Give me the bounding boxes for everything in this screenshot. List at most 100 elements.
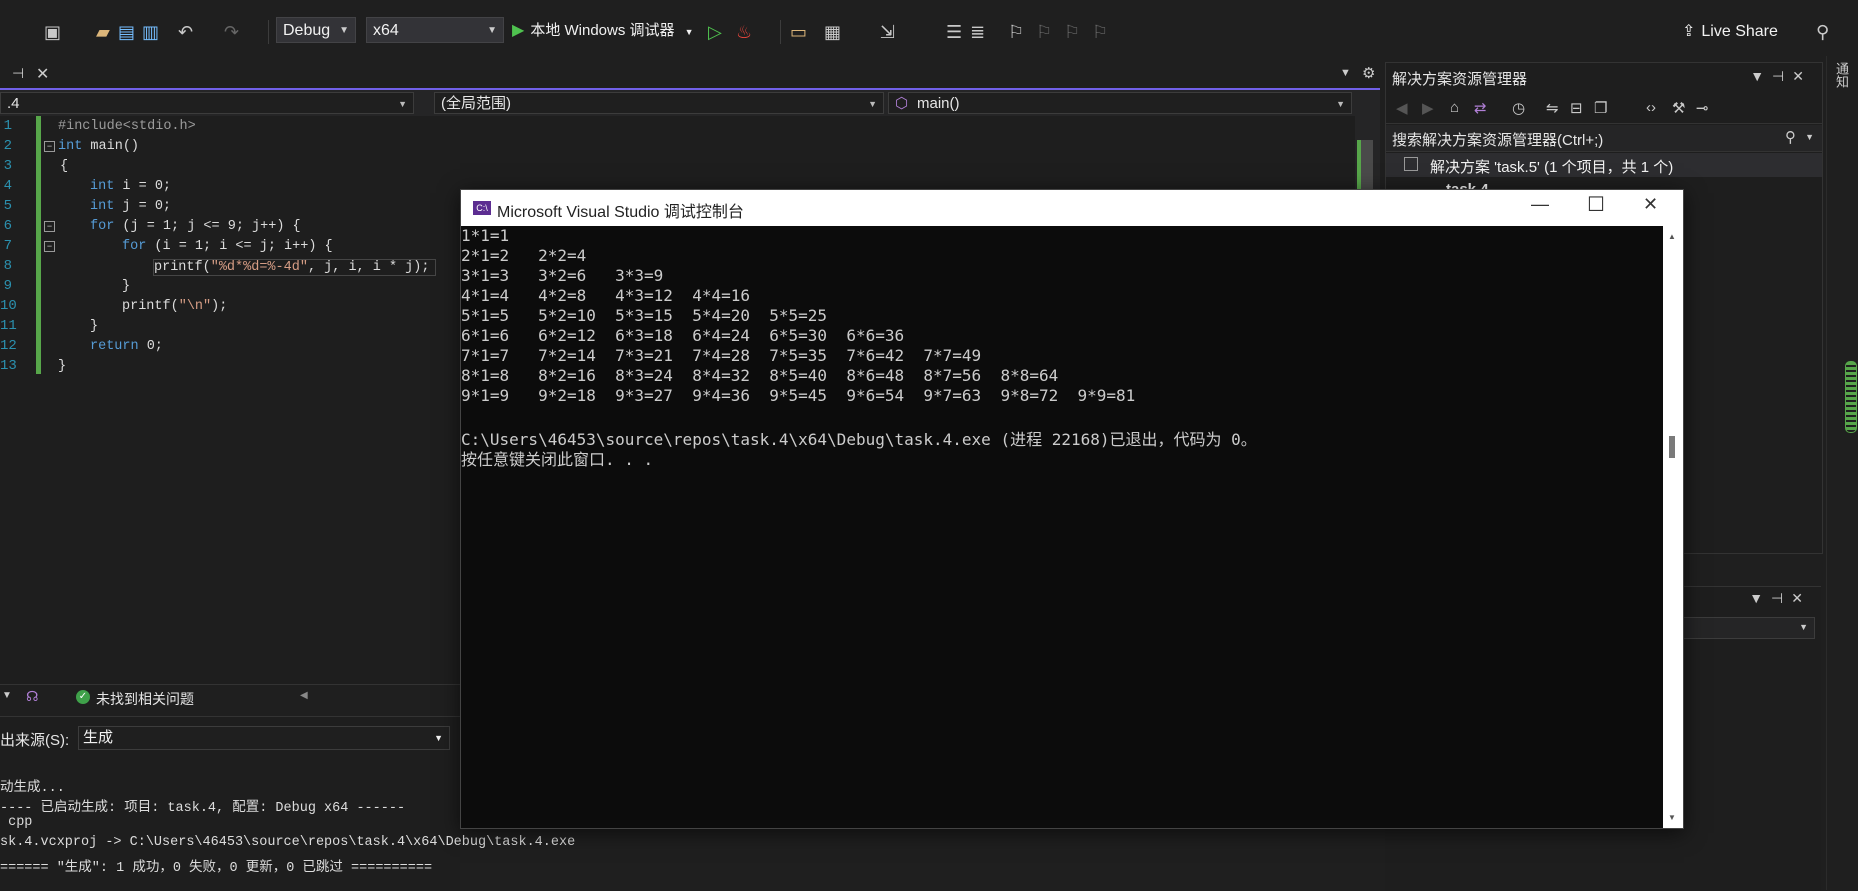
code-text: (i = 1; i <= j; i++) { bbox=[146, 239, 333, 254]
intellicode-icon[interactable]: ☊ bbox=[26, 688, 38, 705]
save-all-icon[interactable]: ▥ bbox=[142, 22, 159, 42]
chevron-down-icon[interactable]: ▼ bbox=[1340, 67, 1351, 79]
collapse-all-icon[interactable]: ⊟ bbox=[1570, 99, 1583, 117]
next-bookmark-icon[interactable]: ⚐ bbox=[1064, 22, 1080, 42]
wrench-icon[interactable]: ⚒ bbox=[1672, 99, 1685, 117]
keyword: int bbox=[58, 139, 83, 154]
indent-icon[interactable]: ☰ bbox=[946, 22, 962, 42]
solution-icon bbox=[1404, 157, 1418, 171]
output-line: 动生成... bbox=[0, 781, 65, 796]
live-share-button[interactable]: ⇪ Live Share bbox=[1682, 20, 1778, 44]
start-without-debugging-icon[interactable]: ▷ bbox=[708, 22, 722, 42]
debug-console-window[interactable]: C:\ Microsoft Visual Studio 调试控制台 — ☐ ✕ … bbox=[460, 189, 1684, 829]
code-text: , j, i, i * j); bbox=[307, 260, 430, 275]
console-line: 按任意键关闭此窗口. . . bbox=[461, 450, 654, 469]
redo-icon[interactable]: ↷ bbox=[224, 22, 239, 42]
console-line: 8*1=8 8*2=16 8*3=24 8*4=32 8*5=40 8*6=48… bbox=[461, 366, 1059, 385]
scope-select[interactable]: (全局范围) ▼ bbox=[434, 92, 884, 114]
pin-icon[interactable]: ⊣ bbox=[12, 65, 24, 82]
output-line: cpp bbox=[0, 815, 33, 830]
back-icon[interactable]: ◀ bbox=[1396, 99, 1408, 117]
search-placeholder: 搜索解决方案资源管理器(Ctrl+;) bbox=[1392, 132, 1604, 149]
console-title: Microsoft Visual Studio 调试控制台 bbox=[497, 204, 744, 221]
string-literal: "%d*%d=%-4d" bbox=[210, 260, 308, 275]
sync-icon[interactable]: ⇋ bbox=[1546, 99, 1559, 117]
bookmark-icon[interactable]: ⚐ bbox=[1008, 22, 1024, 42]
console-line: 9*1=9 9*2=18 9*3=27 9*4=36 9*5=45 9*6=54… bbox=[461, 386, 1136, 405]
chevron-down-icon[interactable]: ▼ bbox=[2, 690, 12, 701]
properties-object-select[interactable]: ▼ bbox=[1675, 617, 1815, 639]
pane-window-buttons[interactable]: ▼⊣✕ bbox=[1750, 68, 1812, 85]
forward-icon[interactable]: ▶ bbox=[1422, 99, 1434, 117]
collapse-toggle[interactable]: − bbox=[44, 141, 55, 152]
browse-folder-icon[interactable]: ▭ bbox=[790, 22, 807, 42]
clear-bookmarks-icon[interactable]: ⚐ bbox=[1092, 22, 1108, 42]
chevron-down-icon: ▼ bbox=[868, 99, 877, 109]
main-toolbar: ▣ ▰ ▤ ▥ ↶ ↷ Debug ▼ x64 ▼ ▶ 本地 Windows 调试… bbox=[0, 6, 1858, 56]
code-view-icon[interactable]: ‹› bbox=[1646, 99, 1656, 116]
switch-views-icon[interactable]: ⇄ bbox=[1474, 99, 1487, 117]
step-icon[interactable]: ⇲ bbox=[880, 22, 895, 42]
close-icon[interactable]: ✕ bbox=[36, 64, 49, 84]
code-line: { bbox=[60, 159, 69, 174]
hot-reload-icon[interactable]: ♨ bbox=[736, 22, 752, 42]
console-line: 4*1=4 4*2=8 4*3=12 4*4=16 bbox=[461, 286, 750, 305]
gear-icon[interactable]: ⚙ bbox=[1362, 64, 1375, 82]
outdent-icon[interactable]: ≣ bbox=[970, 22, 985, 42]
keyword: return bbox=[90, 339, 139, 354]
code-text: (j = 1; j <= 9; j++) { bbox=[114, 219, 301, 234]
collapse-toggle[interactable]: − bbox=[44, 221, 55, 232]
solution-search-input[interactable]: 搜索解决方案资源管理器(Ctrl+;) ⚲ ▼ bbox=[1386, 125, 1822, 152]
scroll-up-icon[interactable]: ▲ bbox=[1668, 232, 1676, 241]
chevron-down-icon[interactable]: ▼ bbox=[1805, 132, 1814, 142]
notifications-tab[interactable]: 通知 bbox=[1832, 62, 1851, 88]
string-literal: "\n" bbox=[178, 299, 212, 314]
configuration-select[interactable]: Debug ▼ bbox=[276, 17, 356, 43]
console-scrollbar[interactable]: ▲ ▼ bbox=[1663, 226, 1683, 828]
scroll-down-icon[interactable]: ▼ bbox=[1668, 813, 1676, 822]
solution-explorer-toolbar: ◀ ▶ ⌂ ⇄ ◷ ⇋ ⊟ ❐ ‹› ⚒ ⊸ bbox=[1386, 93, 1822, 124]
prev-bookmark-icon[interactable]: ⚐ bbox=[1036, 22, 1052, 42]
console-title-bar[interactable]: C:\ Microsoft Visual Studio 调试控制台 — ☐ ✕ bbox=[461, 190, 1683, 226]
save-icon[interactable]: ▤ bbox=[118, 22, 135, 42]
keyword: for bbox=[122, 239, 147, 254]
line-number: 13 bbox=[0, 358, 17, 374]
member-select[interactable]: ⬡ main() ▼ bbox=[888, 92, 1352, 114]
project-select[interactable]: .4 ▼ bbox=[0, 92, 414, 114]
home-icon[interactable]: ⌂ bbox=[1450, 99, 1459, 116]
code-line: int main() bbox=[58, 139, 139, 154]
tree-item-solution[interactable]: 解决方案 'task.5' (1 个项目，共 1 个) bbox=[1386, 153, 1822, 177]
new-item-icon[interactable]: ▣ bbox=[44, 22, 61, 42]
close-icon[interactable]: ✕ bbox=[1643, 194, 1658, 215]
feedback-icon[interactable]: ⚲ bbox=[1816, 22, 1829, 42]
configuration-value: Debug bbox=[283, 22, 331, 39]
code-line-current: printf("%d*%d=%-4d", j, i, i * j); bbox=[153, 259, 437, 276]
line-number: 2 bbox=[3, 138, 12, 154]
console-line: 2*1=2 2*2=4 bbox=[461, 246, 587, 265]
console-line: 6*1=6 6*2=12 6*3=18 6*4=24 6*5=30 6*6=36 bbox=[461, 326, 905, 345]
preview-icon[interactable]: ⊸ bbox=[1696, 99, 1709, 117]
undo-icon[interactable]: ↶ bbox=[178, 22, 193, 42]
play-icon: ▶ bbox=[512, 22, 525, 39]
output-source-select[interactable]: 生成 ▼ bbox=[78, 726, 450, 750]
minimize-icon[interactable]: — bbox=[1531, 194, 1549, 215]
tree-item-project[interactable]: task.4 bbox=[1446, 181, 1489, 189]
platform-value: x64 bbox=[373, 22, 399, 39]
pane-window-buttons[interactable]: ▼⊣✕ bbox=[1749, 590, 1811, 607]
output-line: ---- 已启动生成: 项目: task.4, 配置: Debug x64 --… bbox=[0, 801, 406, 816]
maximize-icon[interactable]: ☐ bbox=[1587, 192, 1605, 217]
history-icon[interactable]: ◷ bbox=[1512, 99, 1525, 117]
start-debugging-button[interactable]: ▶ 本地 Windows 调试器 ▼ bbox=[512, 19, 694, 43]
scroll-thumb[interactable] bbox=[1669, 436, 1675, 458]
layout-icon[interactable]: ▦ bbox=[824, 22, 841, 42]
show-all-files-icon[interactable]: ❐ bbox=[1594, 99, 1607, 117]
platform-select[interactable]: x64 ▼ bbox=[366, 17, 504, 43]
check-icon: ✓ bbox=[76, 690, 90, 704]
toolbar-separator bbox=[268, 20, 269, 44]
scroll-left-icon[interactable]: ◀ bbox=[300, 690, 308, 701]
code-text: j = 0; bbox=[114, 199, 172, 214]
open-folder-icon[interactable]: ▰ bbox=[96, 22, 110, 42]
collapse-toggle[interactable]: − bbox=[44, 241, 55, 252]
chevron-down-icon: ▼ bbox=[1799, 622, 1808, 632]
search-icon[interactable]: ⚲ bbox=[1785, 128, 1796, 146]
